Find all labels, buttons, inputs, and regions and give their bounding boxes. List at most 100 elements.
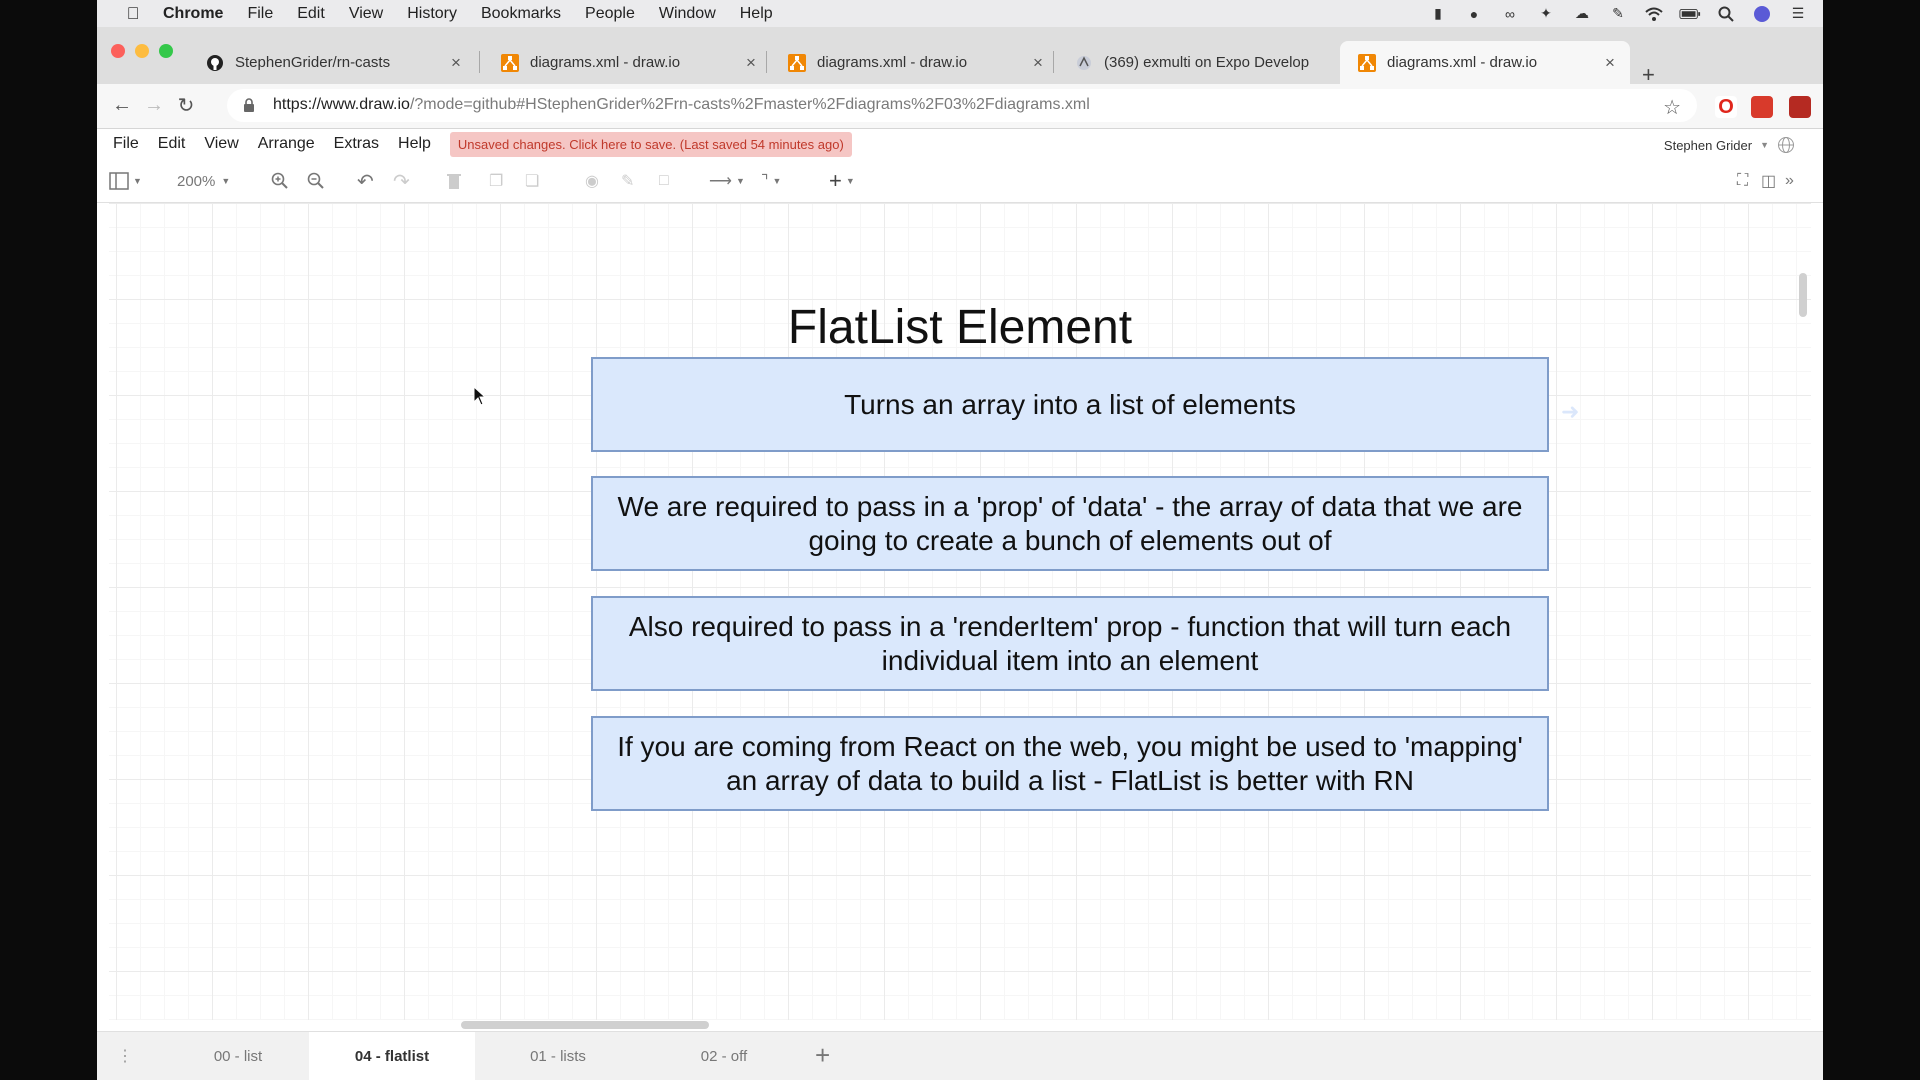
feather-icon[interactable]: ✎ [1607,5,1629,23]
lock-icon [244,98,254,112]
zoom-window-icon[interactable] [159,44,173,58]
add-page-icon[interactable]: + [815,1040,830,1071]
diagram-box-3[interactable]: Also required to pass in a 'renderItem' … [591,596,1549,691]
chevron-down-icon: ▼ [133,176,142,186]
extension-badge-icon[interactable] [1789,96,1811,118]
fullscreen-icon[interactable]: ⛶ [1737,170,1748,192]
connection-arrow-icon[interactable]: ➜ [1561,399,1579,425]
close-tab-icon[interactable]: × [1602,53,1618,73]
drawio-icon [501,53,519,72]
insert-icon[interactable]: + ▼ [829,168,855,193]
user-menu[interactable]: Stephen Grider ▼ [1664,136,1795,154]
collapse-toolbar-icon[interactable]: » [1785,170,1794,192]
to-back-icon[interactable]: ❏ [525,170,539,192]
menu-edit[interactable]: Edit [285,5,337,23]
url-text: https://www.draw.io/?mode=github#HStephe… [273,96,1090,114]
zoom-level: 200% [177,172,216,190]
menu-view[interactable]: View [337,5,395,23]
chevron-down-icon: ▼ [845,176,855,186]
undo-icon[interactable]: ↶ [357,170,374,193]
apple-icon[interactable]:  [115,4,151,24]
close-tab-icon[interactable]: × [1030,53,1046,73]
drawio-menu-file[interactable]: File [113,135,139,153]
drawio-menubar: File Edit View Arrange Extras Help Unsav… [97,129,1823,159]
chevron-down-icon: ▼ [1760,140,1769,150]
app-status-icon[interactable]: ● [1463,5,1485,23]
close-tab-icon[interactable]: × [448,53,464,73]
zoom-dropdown[interactable]: 200% ▼ [177,170,230,192]
reload-icon[interactable]: ↻ [173,92,199,118]
shadow-icon[interactable]: □ [659,170,669,192]
browser-tab-active[interactable]: diagrams.xml - draw.io × [1340,41,1630,84]
diagram-box-4[interactable]: If you are coming from React on the web,… [591,716,1549,811]
forward-icon[interactable]: → [141,92,167,118]
menu-bookmarks[interactable]: Bookmarks [469,5,573,23]
page-tab-00-list[interactable]: 00 - list [155,1032,321,1080]
minimize-window-icon[interactable] [135,44,149,58]
menu-people[interactable]: People [573,5,647,23]
globe-icon[interactable] [1777,136,1795,154]
drawio-menu-edit[interactable]: Edit [158,135,186,153]
diagram-box-2[interactable]: We are required to pass in a 'prop' of '… [591,476,1549,571]
diagram-box-1[interactable]: Turns an array into a list of elements [591,357,1549,452]
zoom-in-icon[interactable] [271,170,289,192]
horizontal-scrollbar[interactable] [461,1021,709,1029]
battery-icon[interactable] [1679,5,1701,23]
pages-menu-icon[interactable]: ⋮ [117,1046,133,1066]
cloud-icon[interactable]: ☁ [1571,5,1593,23]
to-front-icon[interactable]: ❐ [489,170,503,192]
extension-icon[interactable] [1751,96,1773,118]
format-panel-icon[interactable]: ◫ [1761,170,1776,192]
menu-window[interactable]: Window [647,5,728,23]
line-color-icon[interactable]: ✎ [621,170,634,192]
drawio-menu-arrange[interactable]: Arrange [258,135,315,153]
unsaved-changes-banner[interactable]: Unsaved changes. Click here to save. (La… [449,131,852,157]
drawio-menu-help[interactable]: Help [398,135,431,153]
drawio-menu-view[interactable]: View [204,135,238,153]
github-icon [206,54,224,72]
back-icon[interactable]: ← [109,92,135,118]
status-icons: ▮ ● ∞ ✦ ☁ ✎ ☰ [1427,0,1809,27]
connection-style-icon[interactable]: ⟶ ▼ [709,170,745,192]
page-tab-04-flatlist[interactable]: 04 - flatlist [309,1032,475,1080]
tab-separator [1053,51,1054,73]
opera-extension-icon[interactable]: O [1715,96,1737,118]
browser-tab-3[interactable]: diagrams.xml - draw.io × [770,41,1058,84]
zoom-out-icon[interactable] [307,170,325,192]
address-bar[interactable]: https://www.draw.io/?mode=github#HStephe… [227,89,1697,122]
evernote-icon[interactable]: ▮ [1427,5,1449,23]
page-tab-01-lists[interactable]: 01 - lists [475,1032,641,1080]
chevron-down-icon: ▼ [221,176,231,186]
url-path: /?mode=github#HStephenGrider%2Frn-casts%… [409,96,1090,113]
waypoints-icon[interactable]: ⌝ ▼ [761,170,781,192]
tab-title: diagrams.xml - draw.io [1387,54,1538,71]
close-tab-icon[interactable]: × [743,53,759,73]
redo-icon[interactable]: ↷ [393,170,410,193]
wifi-icon[interactable] [1643,5,1665,23]
page-tab-02-off[interactable]: 02 - off [641,1032,807,1080]
fill-color-icon[interactable]: ◉ [585,170,599,192]
glasses-icon[interactable]: ∞ [1499,5,1521,23]
delete-icon[interactable] [447,170,461,192]
spotlight-icon[interactable] [1715,5,1737,23]
close-window-icon[interactable] [111,44,125,58]
browser-tab-1[interactable]: StephenGrider/rn-casts × [188,41,476,84]
menu-file[interactable]: File [235,5,285,23]
menu-app-name[interactable]: Chrome [151,5,235,23]
diagram-title[interactable]: FlatList Element [109,300,1811,355]
menu-history[interactable]: History [395,5,469,23]
bird-icon[interactable]: ✦ [1535,5,1557,23]
diagram-canvas[interactable]: FlatList Element Turns an array into a l… [109,203,1811,1029]
notification-center-icon[interactable]: ☰ [1787,5,1809,23]
menu-help[interactable]: Help [728,5,785,23]
browser-tab-2[interactable]: diagrams.xml - draw.io × [483,41,771,84]
siri-icon[interactable] [1751,5,1773,23]
drawio-menu-extras[interactable]: Extras [334,135,379,153]
vertical-scrollbar[interactable] [1799,273,1807,317]
format-panel-toggle[interactable]: ▼ [109,170,142,192]
macos-menu-bar:  Chrome File Edit View History Bookmark… [97,0,1823,27]
browser-toolbar: ← → ↻ https://www.draw.io/?mode=github#H… [97,84,1823,129]
user-name: Stephen Grider [1663,137,1753,153]
tab-title: diagrams.xml - draw.io [530,54,681,71]
bookmark-star-icon[interactable]: ☆ [1663,95,1681,120]
